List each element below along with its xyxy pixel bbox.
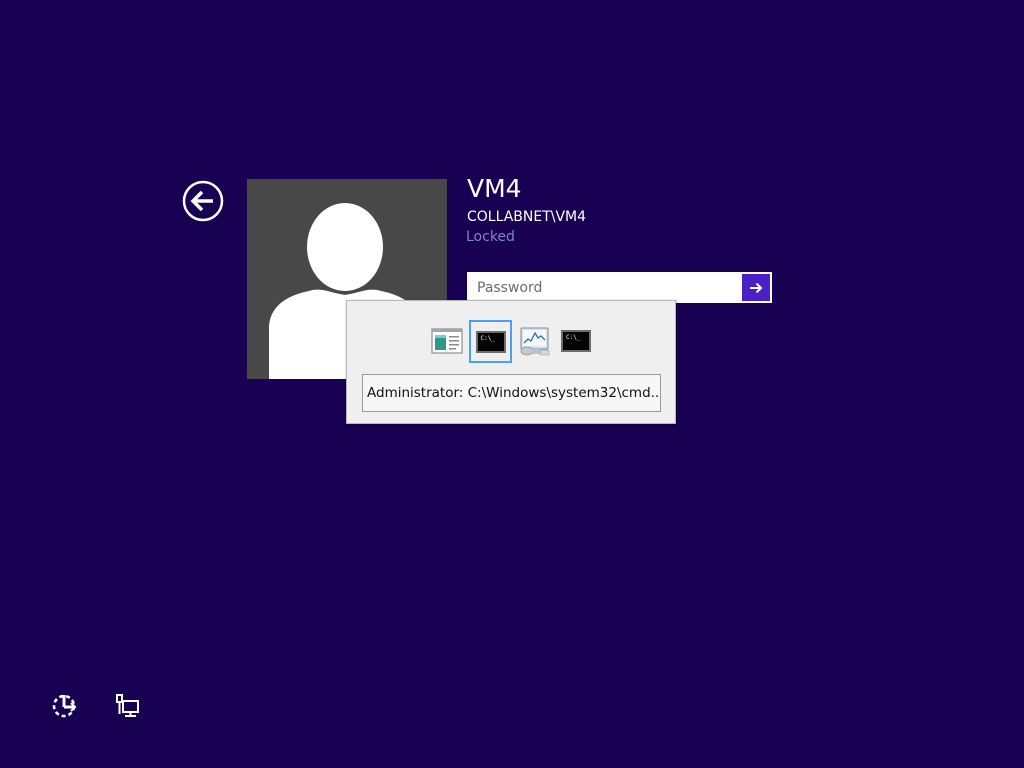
command-prompt-icon: C:\_ [561,330,591,352]
switcher-item-server-manager[interactable] [427,321,467,361]
command-prompt-glyph: C:\_ [566,334,581,341]
user-domain-account: COLLABNET\VM4 [467,209,587,225]
performance-monitor-icon [520,327,550,356]
network-icon [116,694,139,717]
user-name: VM4 [467,174,522,203]
command-prompt-icon: C:\_ [475,330,506,353]
task-switcher: C:\_ C:\_ Administrator: C:\Windows\syst… [346,300,676,424]
submit-button[interactable] [742,274,770,301]
switcher-item-command-prompt[interactable]: C:\_ [556,321,596,361]
ease-of-access-icon [52,694,77,718]
server-manager-icon [431,328,463,354]
back-button[interactable] [182,180,224,222]
command-prompt-glyph: C:\_ [480,334,495,342]
network-button[interactable] [114,692,142,720]
password-input[interactable] [468,273,741,302]
ease-of-access-button[interactable] [50,692,78,720]
switcher-item-command-prompt-selected[interactable]: C:\_ [469,320,512,363]
switcher-window-title: Administrator: C:\Windows\system32\cmd..… [362,374,661,412]
back-arrow-icon [182,180,224,222]
password-box [467,272,772,303]
arrow-right-icon [750,282,763,293]
user-status: Locked [466,229,515,245]
lock-screen: VM4 COLLABNET\VM4 Locked C:\_ C:\_ Admin… [0,0,1024,768]
switcher-item-performance-monitor[interactable] [515,321,555,361]
